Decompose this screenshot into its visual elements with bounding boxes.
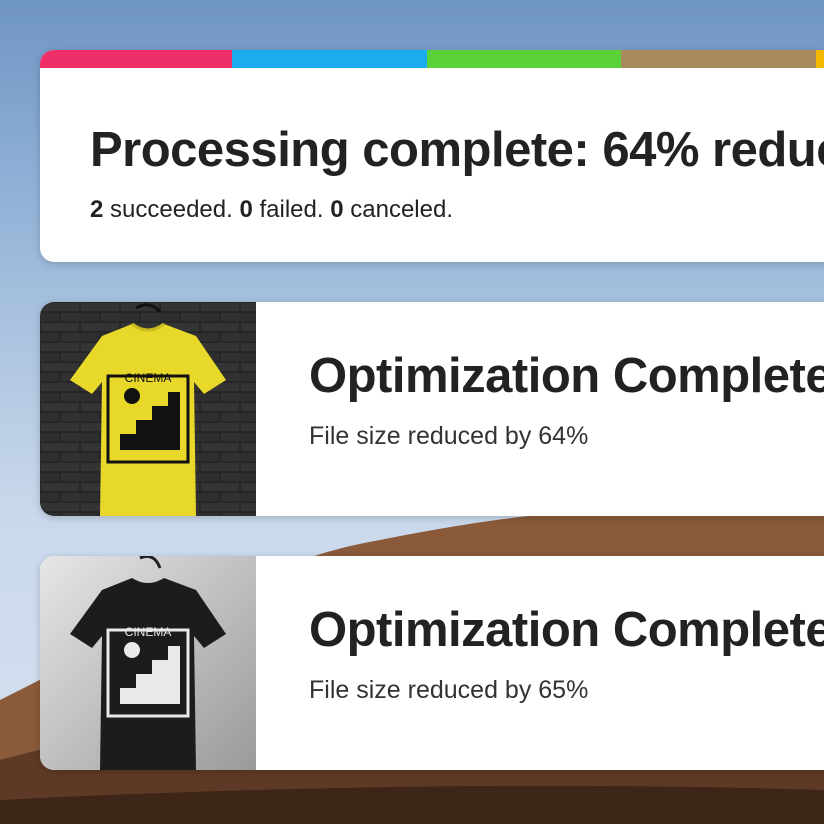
color-segment-brown xyxy=(621,50,816,68)
shirt-print-text: CINEMA xyxy=(125,625,172,639)
succeeded-label: succeeded. xyxy=(110,196,233,223)
summary-card: Processing complete: 64% reduction 2 suc… xyxy=(40,50,824,262)
result-title: Optimization Complete xyxy=(309,349,824,403)
color-segment-blue xyxy=(232,50,427,68)
succeeded-count: 2 xyxy=(90,196,104,223)
summary-stats: 2 succeeded. 0 failed. 0 canceled. xyxy=(90,196,453,224)
black-tshirt-image: CINEMA xyxy=(40,556,256,770)
color-segment-green xyxy=(427,50,621,68)
shirt-print-text: CINEMA xyxy=(125,371,172,385)
yellow-tshirt-image: CINEMA xyxy=(40,302,256,516)
progress-color-bar xyxy=(40,50,824,68)
result-subtitle: File size reduced by 64% xyxy=(309,422,589,450)
canceled-count: 0 xyxy=(330,196,344,223)
summary-title: Processing complete: 64% reduction xyxy=(90,123,824,177)
result-subtitle: File size reduced by 65% xyxy=(309,676,589,704)
failed-count: 0 xyxy=(239,196,253,223)
color-segment-yellow xyxy=(816,50,824,68)
color-segment-pink xyxy=(40,50,232,68)
canceled-label: canceled. xyxy=(350,196,453,223)
result-card[interactable]: CINEMA Optimization Complete File size r… xyxy=(40,556,824,770)
result-card[interactable]: CINEMA Optimization Complete File size r… xyxy=(40,302,824,516)
result-title: Optimization Complete xyxy=(309,603,824,657)
failed-label: failed. xyxy=(259,196,324,223)
